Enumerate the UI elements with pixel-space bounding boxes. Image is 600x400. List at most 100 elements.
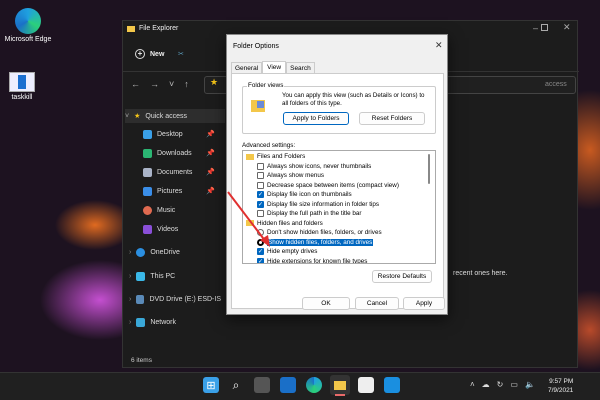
store-icon[interactable] (358, 377, 374, 393)
sidebar-item-onedrive[interactable]: › OneDrive (129, 245, 221, 259)
label: Quick access (145, 112, 187, 120)
desktop-icon-label: Microsoft Edge (4, 36, 52, 43)
reset-folders-button[interactable]: Reset Folders (359, 112, 425, 125)
widgets-icon[interactable] (280, 377, 296, 393)
chevron-up-icon[interactable]: ˄ (470, 380, 475, 389)
folder-options-dialog: Folder Options ✕ General View Search Fol… (226, 34, 448, 315)
content-message: recent ones here. (453, 270, 508, 277)
pin-icon: 📌 (206, 131, 215, 138)
label: This PC (150, 272, 176, 280)
setting-checkbox[interactable]: Always show icons, never thumbnails (257, 162, 371, 172)
volume-icon[interactable]: 🔈 (525, 380, 535, 389)
task-view-icon[interactable] (254, 377, 270, 393)
new-button[interactable]: + New (135, 49, 164, 59)
label: Pictures (157, 187, 183, 195)
group-label: Folder views (247, 82, 285, 89)
star-icon: ★ (210, 77, 219, 87)
label: Music (157, 206, 176, 214)
setting-label: Files and Folders (257, 153, 306, 161)
folder-icon (246, 153, 254, 160)
setting-label: Don't show hidden files, folders, or dri… (267, 229, 382, 237)
dialog-title: Folder Options (233, 43, 279, 50)
setting-label: Always show menus (267, 172, 325, 180)
desktop-icon (143, 129, 152, 139)
network-icon[interactable]: ▭ (510, 380, 518, 389)
setting-label: Display file icon on thumbnails (267, 191, 352, 199)
folder-icon (127, 25, 135, 32)
cancel-button[interactable]: Cancel (355, 297, 399, 310)
setting-folder: Files and Folders (246, 152, 305, 162)
chevron-down-icon[interactable]: ˅ (169, 79, 174, 89)
setting-checkbox[interactable]: Always show menus (257, 171, 324, 181)
maximize-button[interactable] (541, 24, 548, 31)
cloud-icon[interactable]: ☁ (482, 380, 490, 389)
checkbox[interactable] (257, 162, 264, 170)
apply-button[interactable]: Apply (403, 297, 445, 310)
cut-icon[interactable]: ✂ (178, 50, 184, 58)
setting-label: Display the full path in the title bar (267, 210, 362, 218)
checkbox[interactable] (257, 172, 264, 180)
sidebar-item-this-pc[interactable]: › This PC (129, 269, 221, 283)
videos-icon (143, 224, 152, 234)
red-arrow-annotation (227, 191, 270, 247)
pin-icon: 📌 (206, 169, 215, 176)
dvd-drive-icon (136, 294, 145, 304)
setting-checkbox[interactable]: ✓ Hide extensions for known file types (257, 257, 367, 263)
sidebar-item-videos[interactable]: Videos (143, 222, 235, 236)
new-label: New (150, 50, 165, 58)
desktop-icon-taskkill[interactable]: taskkill (0, 72, 47, 101)
apply-to-folders-button[interactable]: Apply to Folders (283, 112, 349, 125)
sidebar-item-network[interactable]: › Network (129, 315, 221, 329)
sidebar-item-quick-access[interactable]: ˅ ★ Quick access (125, 109, 225, 123)
sidebar-item-downloads[interactable]: Downloads 📌 (143, 146, 235, 160)
search-box[interactable]: access (545, 81, 567, 88)
sidebar-item-pictures[interactable]: Pictures 📌 (143, 184, 235, 198)
pictures-icon (143, 186, 152, 196)
clock[interactable]: 9:57 PM 7/9/2021 (548, 377, 573, 395)
label: Documents (157, 168, 193, 176)
close-button[interactable]: ✕ (563, 22, 571, 33)
network-icon (136, 317, 146, 327)
restore-defaults-button[interactable]: Restore Defaults (372, 270, 432, 283)
label: Videos (157, 225, 179, 233)
time: 9:57 PM (549, 378, 574, 385)
file-icon (9, 72, 35, 92)
checkbox[interactable]: ✓ (257, 257, 264, 263)
desktop-icon-label: taskkill (11, 94, 33, 101)
status-bar-text: 6 items (131, 357, 152, 364)
edge-icon[interactable] (306, 377, 322, 393)
back-icon[interactable]: ← (131, 79, 140, 89)
documents-icon (143, 167, 152, 177)
file-explorer-taskbar-icon[interactable] (330, 375, 350, 395)
ok-button[interactable]: OK (302, 297, 350, 310)
title-bar: File Explorer (127, 25, 178, 32)
scrollbar[interactable] (428, 154, 430, 184)
window-title: File Explorer (139, 25, 179, 32)
sidebar-item-music[interactable]: Music (143, 203, 235, 217)
sidebar-item-documents[interactable]: Documents 📌 (143, 165, 235, 179)
up-icon[interactable]: ↑ (184, 79, 189, 89)
setting-checkbox[interactable]: Decrease space between items (compact vi… (257, 181, 399, 191)
label: Desktop (157, 130, 183, 138)
folder-views-description: You can apply this view (such as Details… (282, 92, 425, 107)
start-icon[interactable]: ⊞ (203, 377, 219, 393)
cloud-icon (136, 247, 146, 257)
desktop-icon-edge[interactable]: Microsoft Edge (3, 8, 53, 43)
system-tray: ˄ ☁ ↻ ▭ 🔈 (470, 380, 535, 389)
sync-icon[interactable]: ↻ (497, 380, 504, 389)
setting-label: Always show icons, never thumbnails (267, 162, 372, 170)
minimize-button[interactable]: – (533, 23, 538, 33)
computer-icon (136, 271, 146, 281)
checkbox[interactable] (257, 181, 264, 189)
advanced-settings-label: Advanced settings: (242, 142, 296, 149)
close-button[interactable]: ✕ (435, 40, 443, 51)
music-icon (143, 205, 152, 215)
folder-views-group: Folder views You can apply this view (su… (242, 82, 436, 134)
sidebar-item-dvd-drive[interactable]: › DVD Drive (E:) ESD-IS (129, 292, 221, 306)
label: OneDrive (150, 248, 180, 256)
sidebar-item-desktop[interactable]: Desktop 📌 (143, 127, 235, 141)
forward-icon[interactable]: → (150, 79, 159, 89)
search-icon[interactable]: ⌕ (228, 377, 244, 393)
nav-buttons: ← → ˅ ↑ (131, 79, 189, 89)
mail-icon[interactable] (384, 377, 400, 393)
